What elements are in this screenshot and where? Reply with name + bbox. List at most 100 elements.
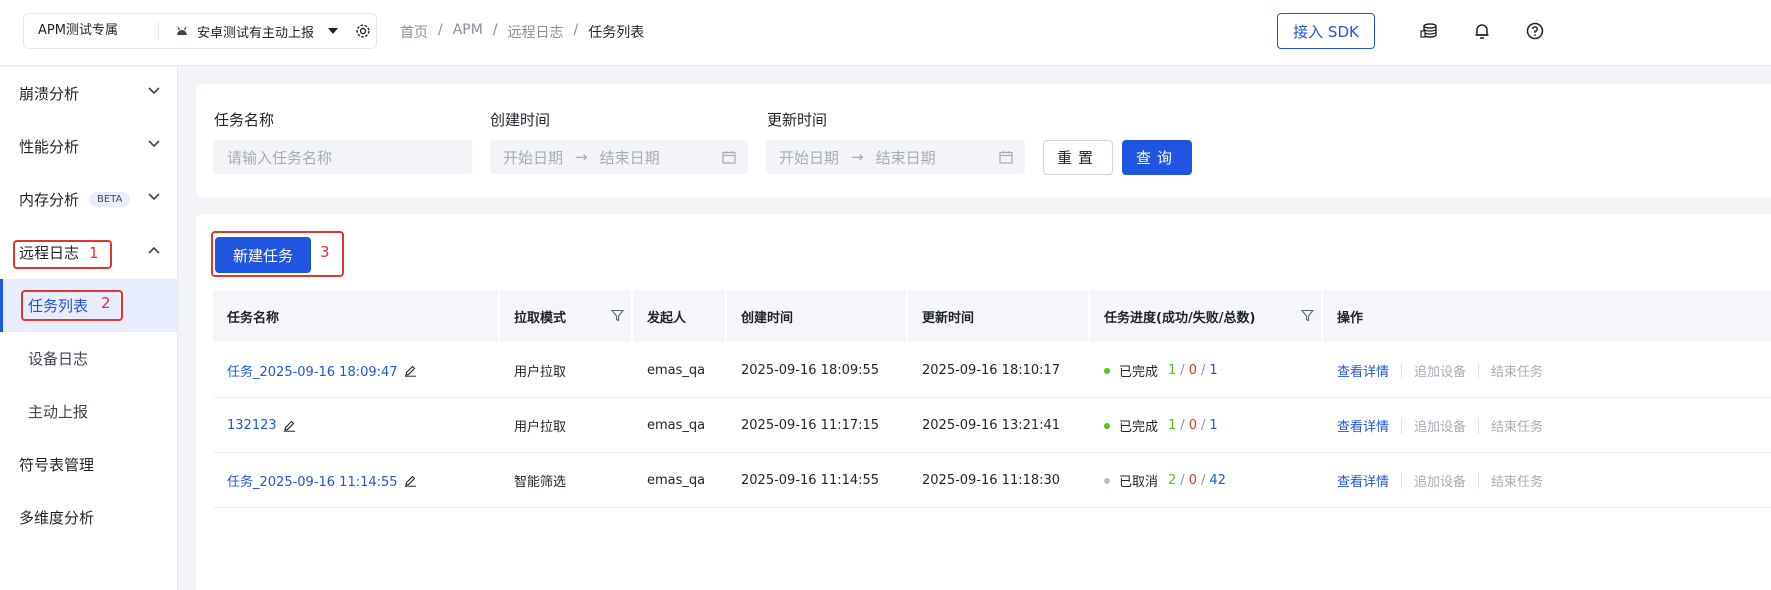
task-name-text[interactable]: 132123 — [227, 418, 277, 433]
status-dot — [1104, 477, 1110, 484]
edit-icon[interactable] — [404, 364, 417, 377]
actions-cell: 查看详情 追加设备 结束任务 — [1337, 343, 1543, 398]
success-count: 2 — [1168, 473, 1177, 488]
breadcrumb-remote-log[interactable]: 远程日志 — [508, 22, 564, 42]
task-name-link[interactable]: 132123 — [227, 398, 296, 453]
app-name[interactable]: APM测试专属 — [24, 22, 159, 40]
add-device-link[interactable]: 追加设备 — [1414, 471, 1466, 490]
total-count: 1 — [1209, 418, 1218, 433]
platform-label: 安卓测试有主动上报 — [197, 25, 315, 41]
sidebar-item-multidim[interactable]: 多维度分析 — [0, 491, 178, 544]
edit-icon[interactable] — [404, 474, 417, 487]
col-pull-mode: 拉取模式 — [514, 310, 567, 326]
end-date-placeholder: 结束日期 — [599, 148, 660, 167]
view-details-link[interactable]: 查看详情 — [1337, 361, 1389, 380]
updated-time-cell: 2025-09-16 11:18:30 — [922, 473, 1061, 488]
created-time-label: 创建时间 — [490, 111, 551, 129]
initiator-cell: emas_qa — [647, 418, 706, 433]
sidebar-item-label: 崩溃分析 — [19, 85, 80, 103]
status-text: 已取消 — [1119, 475, 1159, 490]
sidebar-item-memory[interactable]: 内存分析 BETA — [0, 173, 178, 226]
chevron-down-icon — [148, 87, 160, 95]
status-dot — [1104, 422, 1110, 429]
end-task-link[interactable]: 结束任务 — [1491, 416, 1543, 435]
status-text: 已完成 — [1119, 420, 1159, 435]
created-time-cell: 2025-09-16 18:09:55 — [741, 363, 880, 378]
status-dot — [1104, 367, 1110, 374]
task-name-link[interactable]: 任务_2025-09-16 18:09:47 — [227, 343, 417, 398]
task-table-panel: 新建任务 3 任务名称 拉取模式 发起人 创建时间 更新时间 任务进度(成功/失… — [196, 214, 1771, 590]
task-name-text[interactable]: 任务_2025-09-16 18:09:47 — [227, 361, 398, 380]
breadcrumb-home[interactable]: 首页 — [400, 22, 428, 42]
calendar-icon — [722, 151, 736, 164]
table-row: 132123 用户拉取 emas_qa 2025-09-16 11:17:15 … — [213, 398, 1771, 453]
annotation-number-2: 2 — [101, 294, 111, 312]
sidebar-item-symbol-table[interactable]: 符号表管理 — [0, 438, 178, 491]
start-date-placeholder: 开始日期 — [503, 148, 564, 167]
task-name-link[interactable]: 任务_2025-09-16 11:14:55 — [227, 453, 417, 508]
fail-count: 0 — [1188, 418, 1197, 433]
end-task-link[interactable]: 结束任务 — [1491, 361, 1543, 380]
add-device-link[interactable]: 追加设备 — [1414, 361, 1466, 380]
breadcrumb-apm[interactable]: APM — [453, 22, 483, 42]
progress-cell: 已完成 1 / 0 / 1 — [1104, 343, 1218, 398]
caret-down-icon[interactable] — [328, 28, 339, 34]
fail-count: 0 — [1188, 473, 1197, 488]
chevron-up-icon — [148, 246, 160, 254]
pull-mode-cell: 智能筛选 — [514, 475, 567, 490]
progress-cell: 已完成 1 / 0 / 1 — [1104, 398, 1218, 453]
view-details-link[interactable]: 查看详情 — [1337, 416, 1389, 435]
edit-icon[interactable] — [283, 419, 296, 432]
initiator-cell: emas_qa — [647, 473, 706, 488]
success-count: 1 — [1168, 363, 1177, 378]
filter-icon[interactable] — [1301, 309, 1314, 322]
task-name-input[interactable]: 请输入任务名称 — [213, 140, 472, 174]
sidebar: 崩溃分析 性能分析 内存分析 BETA 远程日志 任务列表 设备日志 主动上报 … — [0, 67, 178, 590]
sidebar-subitem-device-log[interactable]: 设备日志 — [0, 332, 178, 385]
arrow-right-icon: → — [575, 148, 588, 166]
query-button[interactable]: 查询 — [1122, 140, 1192, 175]
actions-cell: 查看详情 追加设备 结束任务 — [1337, 453, 1543, 508]
filter-icon[interactable] — [611, 309, 624, 322]
col-initiator: 发起人 — [647, 310, 687, 326]
app-switcher[interactable]: APM测试专属 安卓测试有主动上报 — [23, 13, 377, 49]
actions-cell: 查看详情 追加设备 结束任务 — [1337, 398, 1543, 453]
col-updated-time: 更新时间 — [922, 310, 975, 326]
pull-mode-cell: 用户拉取 — [514, 420, 567, 435]
help-icon[interactable] — [1526, 22, 1544, 40]
col-task-name: 任务名称 — [227, 310, 280, 326]
start-date-placeholder: 开始日期 — [779, 148, 840, 167]
reset-button[interactable]: 重置 — [1043, 140, 1113, 175]
coins-icon[interactable] — [1420, 22, 1438, 40]
calendar-icon — [999, 151, 1013, 164]
arrow-right-icon: → — [851, 148, 864, 166]
sidebar-item-label: 多维度分析 — [19, 509, 95, 527]
platform-selector[interactable]: 安卓测试有主动上报 — [175, 22, 339, 41]
integrate-sdk-button[interactable]: 接入 SDK — [1277, 13, 1375, 49]
end-date-placeholder: 结束日期 — [875, 148, 936, 167]
add-device-link[interactable]: 追加设备 — [1414, 416, 1466, 435]
success-count: 1 — [1168, 418, 1177, 433]
sidebar-subitem-label: 设备日志 — [28, 350, 89, 368]
col-actions: 操作 — [1337, 310, 1364, 326]
updated-date-range[interactable]: 开始日期 → 结束日期 — [766, 140, 1025, 174]
updated-time-label: 更新时间 — [767, 111, 828, 129]
sidebar-subitem-active-report[interactable]: 主动上报 — [0, 385, 178, 438]
sidebar-item-crash[interactable]: 崩溃分析 — [0, 67, 178, 120]
initiator-cell: emas_qa — [647, 363, 706, 378]
annotation-number-3: 3 — [320, 243, 330, 261]
sidebar-subitem-label: 主动上报 — [28, 403, 89, 421]
end-task-link[interactable]: 结束任务 — [1491, 471, 1543, 490]
task-name-text[interactable]: 任务_2025-09-16 11:14:55 — [227, 471, 398, 490]
beta-badge: BETA — [89, 192, 131, 207]
created-date-range[interactable]: 开始日期 → 结束日期 — [490, 140, 748, 174]
task-name-placeholder: 请输入任务名称 — [227, 148, 333, 167]
gear-icon[interactable] — [354, 22, 372, 40]
total-count: 1 — [1209, 363, 1218, 378]
sidebar-item-performance[interactable]: 性能分析 — [0, 120, 178, 173]
view-details-link[interactable]: 查看详情 — [1337, 471, 1389, 490]
android-icon — [177, 26, 187, 35]
table-row: 任务_2025-09-16 11:14:55 智能筛选 emas_qa 2025… — [213, 453, 1771, 508]
col-progress: 任务进度(成功/失败/总数) — [1104, 310, 1256, 326]
bell-icon[interactable] — [1473, 22, 1491, 40]
